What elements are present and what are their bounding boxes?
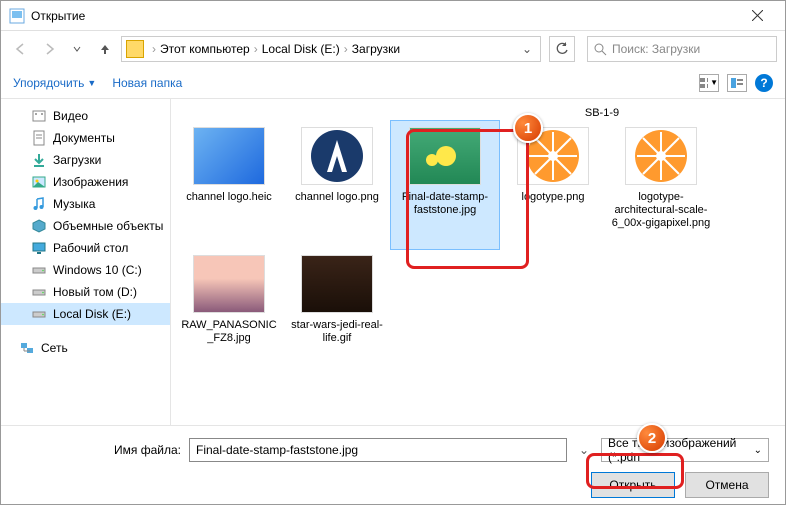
file-name-label: channel logo.heic [186,191,272,204]
sidebar-item-label: Документы [53,131,115,145]
sidebar-item-новый-том-d-[interactable]: Новый том (D:) [1,281,170,303]
cancel-button[interactable]: Отмена [685,472,769,498]
titlebar: Открытие [1,1,785,31]
folder-icon [126,40,144,58]
file-name-label: logotype-architectural-scale-6_00x-gigap… [611,191,711,230]
network-icon [19,340,35,356]
file-name-label: logotype.png [522,191,585,204]
app-icon [9,8,25,24]
sidebar: Видео Документы Загрузки Изображения Музыка О… [1,99,171,425]
file-item[interactable]: logotype-architectural-scale-6_00x-gigap… [607,121,715,249]
file-name-label: Final-date-stamp-faststone.jpg [395,191,495,217]
annotation-callout-2: 2 [637,423,667,453]
pictures-icon [31,174,47,190]
sidebar-item-документы[interactable]: Документы [1,127,170,149]
sidebar-item-label: Рабочий стол [53,241,128,255]
file-grid: SB-1-9 channel logo.heic channel logo.png… [171,99,785,425]
toolbar: Упорядочить ▼ Новая папка ▼ ? [1,67,785,99]
sidebar-item-загрузки[interactable]: Загрузки [1,149,170,171]
docs-icon [31,130,47,146]
search-icon [594,43,607,56]
sidebar-item-изображения[interactable]: Изображения [1,171,170,193]
sidebar-item-network[interactable]: Сеть [1,337,170,359]
file-name-label: channel logo.png [295,191,379,204]
filename-input[interactable] [189,438,567,462]
address-bar[interactable]: › Этот компьютер › Local Disk (E:) › Заг… [121,36,541,62]
filename-history-dropdown[interactable]: ⌄ [575,443,593,457]
drive-icon [31,262,47,278]
file-name-label: star-wars-jedi-real-life.gif [287,319,387,345]
up-button[interactable] [93,37,117,61]
sidebar-item-рабочий-стол[interactable]: Рабочий стол [1,237,170,259]
recent-dropdown[interactable] [65,37,89,61]
sidebar-item-label: Новый том (D:) [53,285,137,299]
organize-menu[interactable]: Упорядочить ▼ [13,76,96,90]
search-input[interactable]: Поиск: Загрузки [587,36,777,62]
file-item[interactable]: star-wars-jedi-real-life.gif [283,249,391,377]
sidebar-item-local-disk-e-[interactable]: Local Disk (E:) [1,303,170,325]
breadcrumb-root[interactable]: Этот компьютер [160,42,250,56]
sidebar-item-label: Windows 10 (C:) [53,263,142,277]
filename-label: Имя файла: [101,443,181,457]
open-button[interactable]: Открыть [591,472,675,498]
video-icon [31,108,47,124]
file-thumbnail [193,127,265,185]
sidebar-item-label: Сеть [41,341,68,355]
forward-button[interactable] [37,37,61,61]
truncated-item-label: SB-1-9 [175,107,781,121]
sidebar-item-label: Local Disk (E:) [53,307,131,321]
breadcrumb-drive[interactable]: Local Disk (E:) [262,42,340,56]
view-details-button[interactable] [727,74,747,92]
music-icon [31,196,47,212]
sidebar-item-label: Изображения [53,175,128,189]
file-thumbnail [625,127,697,185]
refresh-button[interactable] [549,36,575,62]
chevron-down-icon[interactable]: ⌄ [518,42,536,56]
footer: Имя файла: ⌄ Все типы изображений (*.pdn… [1,425,785,510]
search-placeholder: Поиск: Загрузки [612,42,700,56]
sidebar-item-объемные-объекты[interactable]: Объемные объекты [1,215,170,237]
downloads-icon [31,152,47,168]
new-folder-button[interactable]: Новая папка [112,76,182,90]
sidebar-item-label: Музыка [53,197,95,211]
file-item[interactable]: channel logo.png [283,121,391,249]
sidebar-item-label: Объемные объекты [53,219,163,233]
desktop-icon [31,240,47,256]
sidebar-item-музыка[interactable]: Музыка [1,193,170,215]
nav-bar: › Этот компьютер › Local Disk (E:) › Заг… [1,31,785,67]
file-item[interactable]: channel logo.heic [175,121,283,249]
drive-icon [31,284,47,300]
drive-icon [31,306,47,322]
3d-icon [31,218,47,234]
file-name-label: RAW_PANASONIC_FZ8.jpg [179,319,279,345]
back-button[interactable] [9,37,33,61]
file-item[interactable]: Final-date-stamp-faststone.jpg [391,121,499,249]
file-item[interactable]: RAW_PANASONIC_FZ8.jpg [175,249,283,377]
close-button[interactable] [737,1,777,31]
file-thumbnail [301,127,373,185]
sidebar-item-видео[interactable]: Видео [1,105,170,127]
window-title: Открытие [31,9,737,23]
sidebar-item-windows-10-c-[interactable]: Windows 10 (C:) [1,259,170,281]
file-thumbnail [301,255,373,313]
sidebar-item-label: Видео [53,109,88,123]
file-thumbnail [409,127,481,185]
breadcrumb-folder[interactable]: Загрузки [352,42,400,56]
file-thumbnail [193,255,265,313]
file-item[interactable]: logotype.png [499,121,607,249]
view-thumbnails-button[interactable]: ▼ [699,74,719,92]
annotation-callout-1: 1 [513,113,543,143]
filetype-filter[interactable]: Все типы изображений (*.pdn ⌄ [601,438,769,462]
sidebar-item-label: Загрузки [53,153,101,167]
help-button[interactable]: ? [755,74,773,92]
